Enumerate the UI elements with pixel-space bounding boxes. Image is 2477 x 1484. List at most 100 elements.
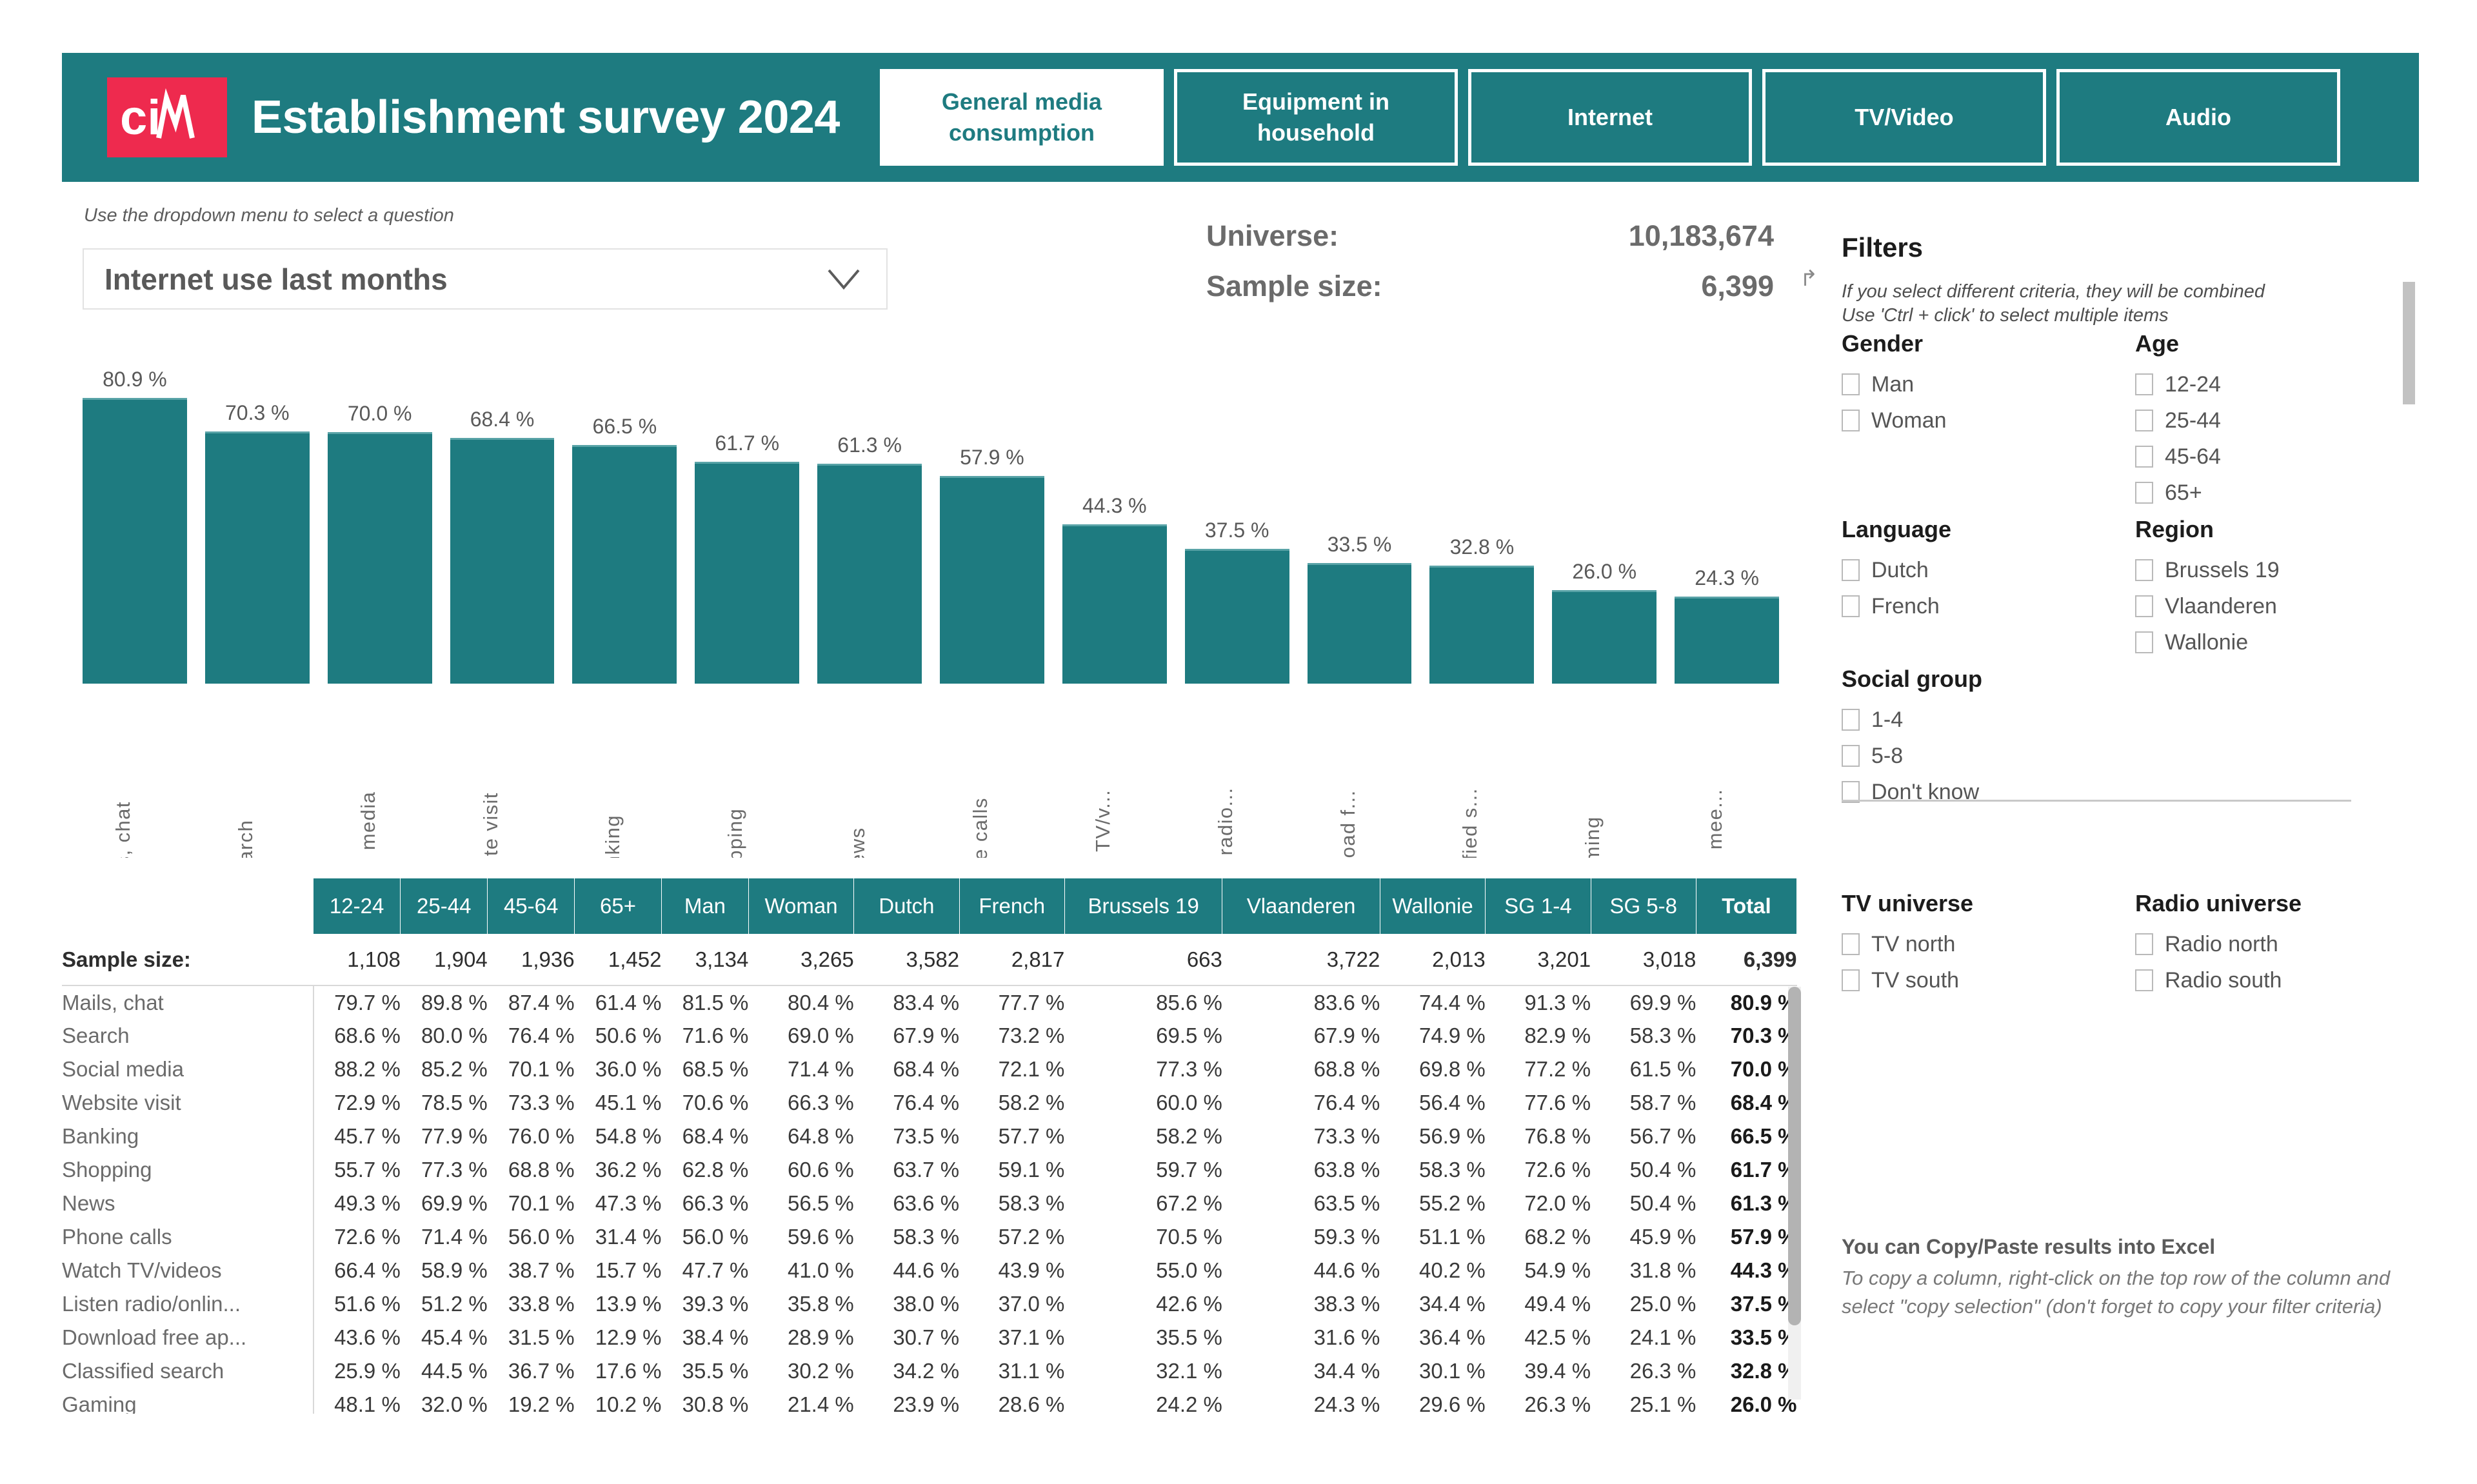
bar-column[interactable]: 80.9 % <box>83 368 187 684</box>
table-cell: 58.2 % <box>998 1091 1065 1114</box>
bar-column[interactable]: 68.4 % <box>450 368 555 684</box>
table-column-header[interactable]: 65+ <box>574 878 662 934</box>
bar-column[interactable]: 37.5 % <box>1184 368 1289 684</box>
checkbox-icon[interactable] <box>2135 410 2153 431</box>
bar-rect[interactable] <box>817 463 922 684</box>
filter-option-brussels-19[interactable]: Brussels 19 <box>2135 552 2409 588</box>
bar-column[interactable]: 66.5 % <box>572 368 677 684</box>
bar-rect[interactable] <box>327 432 432 684</box>
table-cell: 57.9 % <box>1730 1225 1797 1249</box>
bar-rect[interactable] <box>1675 596 1780 684</box>
checkbox-icon[interactable] <box>2135 631 2153 653</box>
checkbox-icon[interactable] <box>2135 446 2153 468</box>
bar-rect[interactable] <box>450 438 555 684</box>
table-cell: 76.8 % <box>1524 1124 1591 1148</box>
bar-column[interactable]: 57.9 % <box>940 368 1044 684</box>
checkbox-icon[interactable] <box>1842 709 1860 731</box>
filter-option-1-4[interactable]: 1-4 <box>1842 702 2135 738</box>
filter-option-vlaanderen[interactable]: Vlaanderen <box>2135 588 2409 624</box>
bar-column[interactable]: 24.3 % <box>1675 368 1780 684</box>
checkbox-icon[interactable] <box>1842 595 1860 617</box>
checkbox-icon[interactable] <box>1842 410 1860 431</box>
checkbox-icon[interactable] <box>2135 595 2153 617</box>
table-column-header[interactable]: Total <box>1696 878 1798 934</box>
filter-option-tv-north[interactable]: TV north <box>1842 926 2135 962</box>
table-column-header[interactable]: Man <box>661 878 749 934</box>
table-column-header[interactable]: 12-24 <box>313 878 401 934</box>
table-column-header[interactable]: 25-44 <box>400 878 488 934</box>
checkbox-icon[interactable] <box>1842 559 1860 581</box>
bar-value-label: 61.3 % <box>837 433 902 457</box>
bar-rect[interactable] <box>1307 563 1412 684</box>
bar-rect[interactable] <box>1062 524 1167 684</box>
checkbox-icon[interactable] <box>1842 933 1860 955</box>
table-cell: 56.9 % <box>1418 1124 1486 1148</box>
table-column-header[interactable]: SG 1-4 <box>1485 878 1591 934</box>
table-column-header[interactable]: Wallonie <box>1380 878 1486 934</box>
tab-general-media-consumption[interactable]: General media consumption <box>879 69 1164 166</box>
table-column-header[interactable]: Dutch <box>853 878 960 934</box>
checkbox-icon[interactable] <box>2135 969 2153 991</box>
tab-internet[interactable]: Internet <box>1467 69 1752 166</box>
tab-equipment-in-household[interactable]: Equipment in household <box>1173 69 1458 166</box>
bar-rect[interactable] <box>572 444 677 684</box>
question-select[interactable]: Internet use last months <box>83 248 888 310</box>
filter-option-65[interactable]: 65+ <box>2135 475 2409 511</box>
filter-option-25-44[interactable]: 25-44 <box>2135 402 2409 439</box>
filters-panel-scrollbar[interactable] <box>2403 282 2415 404</box>
filter-option-french[interactable]: French <box>1842 588 2135 624</box>
filter-option-don-t-know[interactable]: Don't know <box>1842 774 2135 810</box>
checkbox-icon[interactable] <box>2135 559 2153 581</box>
table-column-header[interactable]: SG 5-8 <box>1591 878 1696 934</box>
filter-option-5-8[interactable]: 5-8 <box>1842 738 2135 774</box>
table-column-header[interactable]: 45-64 <box>487 878 575 934</box>
filter-option-tv-south[interactable]: TV south <box>1842 962 2135 998</box>
tab-audio[interactable]: Audio <box>2056 69 2340 166</box>
filter-option-12-24[interactable]: 12-24 <box>2135 366 2409 402</box>
filter-option-dutch[interactable]: Dutch <box>1842 552 2135 588</box>
table-column-header[interactable]: Woman <box>748 878 855 934</box>
filter-option-woman[interactable]: Woman <box>1842 402 2135 439</box>
filter-option-man[interactable]: Man <box>1842 366 2135 402</box>
table-cell: 66.4 % <box>334 1258 401 1282</box>
chevron-down-icon[interactable] <box>827 268 860 290</box>
universe-row: Universe: 10,183,674 <box>1206 219 1774 253</box>
checkbox-icon[interactable] <box>2135 933 2153 955</box>
tab-tv-video[interactable]: TV/Video <box>1762 69 2046 166</box>
bar-rect[interactable] <box>1429 566 1535 684</box>
bar-column[interactable]: 44.3 % <box>1062 368 1167 684</box>
bar-column[interactable]: 61.7 % <box>695 368 800 684</box>
checkbox-icon[interactable] <box>1842 745 1860 767</box>
checkbox-icon[interactable] <box>1842 969 1860 991</box>
filter-option-label: 65+ <box>2165 480 2202 505</box>
table-cell: 43.9 % <box>998 1258 1065 1282</box>
filter-option-radio-north[interactable]: Radio north <box>2135 926 2409 962</box>
filter-option-wallonie[interactable]: Wallonie <box>2135 624 2409 660</box>
scrollbar-thumb[interactable] <box>1788 987 1801 1325</box>
table-cell: 69.8 % <box>1418 1057 1486 1081</box>
bar-column[interactable]: 32.8 % <box>1429 368 1535 684</box>
bar-rect[interactable] <box>940 475 1044 684</box>
results-table-container[interactable]: 12-24 25-44 45-64 65+ Man Woman Dutch French Bru… <box>62 878 1813 1414</box>
table-column-header[interactable]: Brussels 19 <box>1064 878 1223 934</box>
bar-rect[interactable] <box>1552 590 1657 684</box>
bar-column[interactable]: 70.0 % <box>327 368 432 684</box>
bar-column[interactable]: 26.0 % <box>1552 368 1657 684</box>
checkbox-icon[interactable] <box>2135 373 2153 395</box>
bar-rect[interactable] <box>204 431 310 684</box>
bar-column[interactable]: 61.3 % <box>817 368 922 684</box>
checkbox-icon[interactable] <box>2135 482 2153 504</box>
checkbox-icon[interactable] <box>1842 373 1860 395</box>
bar-column[interactable]: 70.3 % <box>204 368 310 684</box>
table-cell: 38.3 % <box>1313 1292 1380 1316</box>
bar-value-label: 61.7 % <box>715 431 780 455</box>
table-vertical-scrollbar[interactable] <box>1788 987 1801 1400</box>
table-column-header[interactable]: French <box>959 878 1065 934</box>
bar-rect[interactable] <box>695 462 800 684</box>
filter-option-45-64[interactable]: 45-64 <box>2135 439 2409 475</box>
bar-column[interactable]: 33.5 % <box>1307 368 1412 684</box>
bar-rect[interactable] <box>1184 549 1289 684</box>
filter-option-radio-south[interactable]: Radio south <box>2135 962 2409 998</box>
bar-rect[interactable] <box>83 398 187 684</box>
table-column-header[interactable]: Vlaanderen <box>1222 878 1380 934</box>
